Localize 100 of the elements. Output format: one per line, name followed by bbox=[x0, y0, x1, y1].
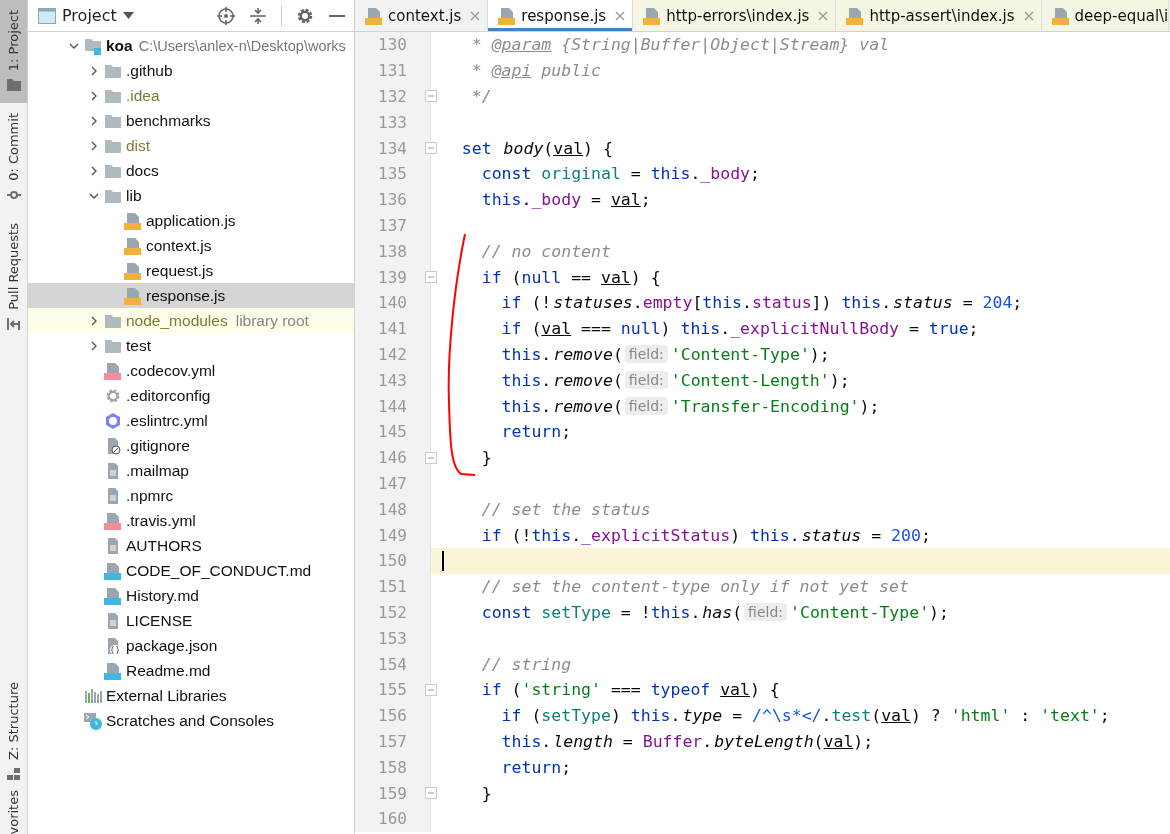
code-line: } bbox=[480, 447, 493, 470]
tree-item[interactable]: package.json bbox=[28, 633, 354, 658]
folder-icon bbox=[6, 79, 21, 92]
fold-marker-icon[interactable] bbox=[425, 451, 437, 464]
code-line: if ('string' === typeof val) { bbox=[480, 679, 781, 702]
tree-item[interactable]: .eslintrc.yml bbox=[28, 408, 354, 433]
chevron-right-icon[interactable] bbox=[89, 115, 99, 126]
tool-window-button[interactable]: 0: Commit bbox=[0, 103, 27, 214]
line-number: 130 bbox=[355, 32, 431, 58]
editor-tab[interactable]: http-assert\index.js bbox=[836, 0, 1042, 31]
tree-item[interactable]: .npmrc bbox=[28, 483, 354, 508]
tree-item[interactable]: LICENSE bbox=[28, 608, 354, 633]
editor-tab[interactable]: deep-equal\i bbox=[1041, 0, 1170, 31]
js-file-icon bbox=[643, 6, 662, 25]
collapse-all-icon[interactable] bbox=[249, 6, 267, 25]
tree-item[interactable]: .github bbox=[28, 58, 354, 83]
fold-marker-icon[interactable] bbox=[425, 683, 437, 696]
line-number: 133 bbox=[355, 109, 431, 136]
code-line: set body(val) { bbox=[460, 137, 614, 160]
chevron-right-icon[interactable] bbox=[89, 165, 99, 176]
tree-item[interactable]: Readme.md bbox=[28, 658, 354, 683]
fold-marker-icon[interactable] bbox=[425, 787, 437, 799]
module-path: C:\Users\anlex-n\Desktop\works bbox=[138, 37, 346, 54]
code-line: */ bbox=[470, 86, 493, 108]
locate-icon[interactable] bbox=[217, 6, 235, 25]
code-line: this._body = val; bbox=[480, 189, 652, 212]
project-view-dropdown[interactable]: Project bbox=[38, 6, 134, 25]
tree-item[interactable]: .gitignore bbox=[28, 433, 354, 458]
tree-item[interactable]: External Libraries bbox=[28, 683, 354, 708]
code-line: const setType = !this.has( field: 'Content-Type'); bbox=[480, 601, 950, 624]
line-number: 150 bbox=[355, 547, 431, 574]
libraries-icon bbox=[84, 686, 102, 705]
tree-item[interactable]: application.js bbox=[28, 208, 354, 233]
console-clock-icon bbox=[84, 711, 102, 730]
chevron-right-icon[interactable] bbox=[89, 140, 99, 151]
fold-marker-icon[interactable] bbox=[425, 142, 437, 155]
chevron-right-icon[interactable] bbox=[89, 65, 99, 76]
line-number: 139 bbox=[355, 264, 431, 290]
line-number: 154 bbox=[355, 651, 431, 677]
tree-item[interactable]: request.js bbox=[28, 258, 354, 283]
markdown-file-icon bbox=[104, 561, 122, 580]
code-line: this.remove( field: 'Transfer-Encoding'); bbox=[500, 395, 881, 418]
chevron-right-icon[interactable] bbox=[89, 315, 99, 326]
code-line: if (!statuses.empty[this.status]) this.status = 204; bbox=[500, 292, 1024, 315]
tree-item[interactable]: Scratches and Consoles bbox=[28, 708, 354, 733]
tree-item[interactable]: .editorconfig bbox=[28, 383, 354, 408]
tree-item[interactable]: dist bbox=[28, 133, 354, 158]
tree-item[interactable]: CODE_OF_CONDUCT.md bbox=[28, 558, 354, 583]
tree-item[interactable]: docs bbox=[28, 158, 354, 183]
line-number: 136 bbox=[355, 186, 431, 213]
close-icon[interactable] bbox=[615, 10, 626, 21]
tree-item[interactable]: .mailmap bbox=[28, 458, 354, 483]
close-icon[interactable] bbox=[818, 10, 829, 21]
fold-marker-icon[interactable] bbox=[425, 271, 437, 284]
tree-item[interactable]: node_modules library root bbox=[28, 308, 354, 333]
tool-window-button[interactable]: vorites bbox=[0, 779, 27, 834]
commit-icon bbox=[6, 189, 21, 202]
tree-item[interactable]: benchmarks bbox=[28, 108, 354, 133]
tree-item[interactable]: AUTHORS bbox=[28, 533, 354, 558]
js-file-icon bbox=[846, 6, 865, 25]
code-line: if (!this._explicitStatus) this.status = 200; bbox=[480, 524, 932, 547]
tree-item[interactable]: response.js bbox=[28, 283, 354, 308]
line-number: 147 bbox=[355, 470, 431, 497]
editor-tab[interactable]: http-errors\index.js bbox=[633, 0, 837, 31]
tree-item[interactable]: .idea bbox=[28, 83, 354, 108]
js-file-icon bbox=[124, 236, 142, 255]
module-folder-icon bbox=[84, 36, 102, 55]
pull-request-icon bbox=[6, 317, 21, 330]
line-number: 156 bbox=[355, 702, 431, 729]
code-line: if (val === null) this._explicitNullBody = true; bbox=[500, 318, 980, 341]
js-file-icon bbox=[124, 261, 142, 280]
tree-item[interactable]: .travis.yml bbox=[28, 508, 354, 533]
code-line: // no content bbox=[480, 240, 612, 263]
line-number: 142 bbox=[355, 341, 431, 368]
markdown-file-icon bbox=[104, 661, 122, 680]
tree-item[interactable]: lib bbox=[28, 183, 354, 208]
fold-marker-icon[interactable] bbox=[425, 90, 437, 103]
chevron-right-icon[interactable] bbox=[89, 340, 99, 351]
tree-item[interactable]: History.md bbox=[28, 583, 354, 608]
close-icon[interactable] bbox=[1023, 10, 1034, 21]
tool-window-button[interactable]: Pull Requests bbox=[0, 213, 27, 342]
tree-item[interactable]: .codecov.yml bbox=[28, 358, 354, 383]
tree-item[interactable]: context.js bbox=[28, 233, 354, 258]
text-caret bbox=[442, 550, 444, 571]
js-file-icon bbox=[498, 6, 517, 25]
editor-tab[interactable]: response.js bbox=[488, 0, 634, 31]
chevron-right-icon[interactable] bbox=[89, 90, 99, 101]
settings-icon[interactable] bbox=[296, 6, 314, 25]
line-number: 157 bbox=[355, 728, 431, 755]
caret-icon bbox=[122, 12, 134, 19]
code-line: // string bbox=[480, 653, 573, 676]
code-line: * @param {String|Buffer|Object|Stream} val bbox=[470, 34, 891, 57]
js-file-icon bbox=[124, 211, 142, 230]
close-icon[interactable] bbox=[470, 10, 481, 21]
tree-item[interactable]: koa C:\Users\anlex-n\Desktop\works bbox=[28, 33, 354, 58]
code-line: this.remove( field: 'Content-Length'); bbox=[500, 369, 851, 392]
tree-item[interactable]: test bbox=[28, 333, 354, 358]
code-line: if (setType) this.type = /^\s*</.test(val) ? 'html' : 'text'; bbox=[500, 705, 1111, 728]
tool-window-button[interactable]: 1: Project bbox=[0, 0, 27, 104]
tool-window-button[interactable]: Z: Structure bbox=[0, 671, 27, 780]
